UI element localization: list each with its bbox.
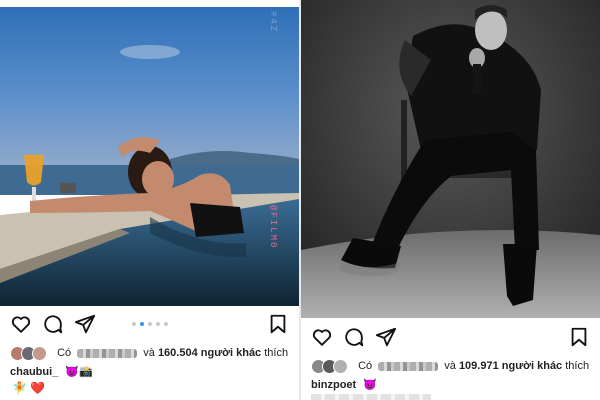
right-post-photo[interactable] (301, 0, 600, 318)
blurred-username (77, 348, 138, 358)
likes-prefix: Có (57, 347, 72, 359)
likes-verb: thích (264, 347, 289, 359)
caption: binzpoet 😈 (311, 377, 377, 393)
likes-conjunction: và (444, 360, 456, 372)
caption-emojis: 😈 (363, 379, 377, 391)
left-post-photo[interactable]: @FILM0 #4Z (0, 7, 299, 306)
likes-count: 160.504 (157, 347, 198, 359)
carousel-dot (131, 322, 136, 326)
caption-username[interactable]: chaubui_ (10, 366, 58, 378)
pool-photo-illustration (0, 7, 299, 306)
carousel-indicator (10, 322, 289, 328)
comment-icon[interactable] (343, 326, 365, 348)
likes-conjunction: và (143, 347, 155, 359)
carousel-dot (147, 322, 152, 326)
photo-corner-label: #4Z (268, 11, 278, 34)
caption-emojis: 😈📸 (65, 366, 93, 378)
caption-username[interactable]: binzpoet (311, 379, 356, 391)
blurred-username (378, 361, 439, 371)
right-post: Có và 109.971 người khác thích binzpoet … (301, 0, 600, 400)
heart-icon[interactable] (311, 326, 333, 348)
carousel-dot (139, 322, 144, 326)
likes-line[interactable]: Có và 109.971 người khác thích (311, 357, 596, 375)
avatar (333, 359, 348, 375)
heart-emoji: ❤️ (30, 381, 46, 395)
fairy-emoji: 🧚 (12, 381, 27, 395)
studio-photo-illustration (301, 0, 600, 318)
liker-avatars (311, 359, 351, 375)
carousel-dot (163, 322, 168, 326)
bookmark-icon[interactable] (267, 313, 289, 335)
likes-suffix: người khác (501, 360, 563, 372)
likes-verb: thích (565, 360, 590, 372)
bookmark-icon[interactable] (568, 326, 590, 348)
liker-avatars (10, 346, 50, 362)
left-post: @FILM0 #4Z Có và 160.504 người khác thíc… (0, 0, 299, 400)
caption-extra-line: 🧚 ❤️ (12, 381, 45, 395)
likes-count: 109.971 (458, 360, 499, 372)
left-post-actions (10, 313, 289, 339)
likes-prefix: Có (358, 360, 373, 372)
share-icon[interactable] (375, 326, 397, 348)
faded-caption-preview (311, 394, 431, 400)
avatar (32, 346, 47, 362)
likes-line[interactable]: Có và 160.504 người khác thích (10, 344, 295, 362)
caption: chaubui_ 😈📸 (10, 364, 93, 380)
carousel-dot (155, 322, 160, 326)
right-post-actions (311, 326, 590, 352)
photo-watermark-label: @FILM0 (268, 205, 278, 250)
likes-suffix: người khác (200, 347, 262, 359)
